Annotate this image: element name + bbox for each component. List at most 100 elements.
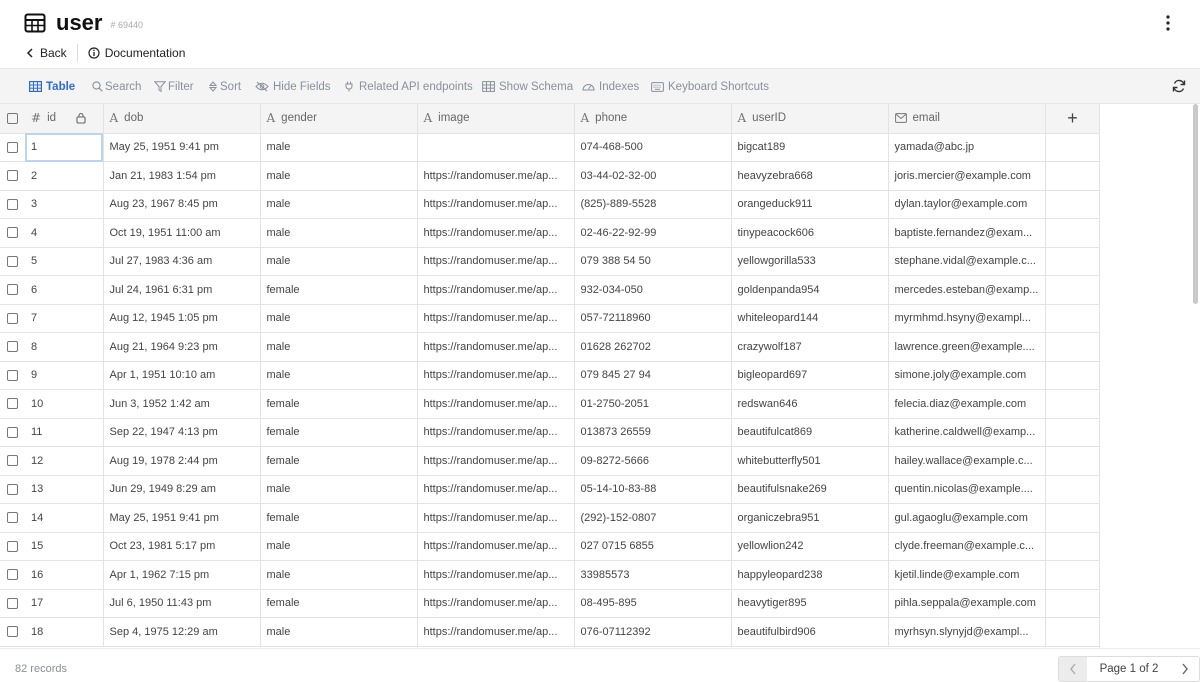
cell-id[interactable]: 13: [25, 475, 104, 504]
hide-fields-button[interactable]: Hide Fields: [255, 69, 331, 104]
column-header-id[interactable]: # id: [25, 104, 104, 134]
table-row[interactable]: 3 Aug 23, 1967 8:45 pm male https://randomu…: [0, 190, 1099, 219]
cell-gender[interactable]: female: [260, 418, 418, 447]
cell-id[interactable]: 7: [25, 304, 104, 333]
cell-email[interactable]: clyde.freeman@example.c...: [888, 532, 1046, 561]
more-options-icon[interactable]: [1160, 12, 1176, 34]
cell-gender[interactable]: male: [260, 133, 418, 162]
tab-table[interactable]: Table: [29, 69, 75, 104]
table-row[interactable]: 6 Jul 24, 1961 6:31 pm female https://rando…: [0, 275, 1099, 305]
cell-userid[interactable]: whitebutterfly501: [731, 446, 889, 476]
cell-email[interactable]: katherine.caldwell@examp...: [888, 418, 1046, 447]
row-checkbox[interactable]: [7, 198, 18, 210]
cell-phone[interactable]: 076-07112392: [574, 617, 732, 647]
cell-phone[interactable]: 074-468-500: [574, 133, 732, 162]
column-header-email[interactable]: email: [888, 104, 1046, 134]
documentation-link[interactable]: Documentation: [88, 46, 185, 60]
cell-dob[interactable]: Aug 23, 1967 8:45 pm: [103, 190, 261, 219]
cell-phone[interactable]: 079 845 27 94: [574, 361, 732, 390]
cell-gender[interactable]: male: [260, 361, 418, 390]
row-checkbox[interactable]: [7, 540, 18, 552]
cell-email[interactable]: simone.joly@example.com: [888, 361, 1046, 390]
cell-id[interactable]: 3: [25, 190, 104, 219]
table-row[interactable]: 11 Sep 22, 1947 4:13 pm female https://rand…: [0, 418, 1099, 447]
cell-phone[interactable]: 057-72118960: [574, 304, 732, 333]
table-row[interactable]: 10 Jun 3, 1952 1:42 am female https://rando…: [0, 389, 1099, 419]
table-row[interactable]: 5 Jul 27, 1983 4:36 am male https://randomu…: [0, 247, 1099, 276]
cell-image[interactable]: https://randomuser.me/ap...: [417, 332, 575, 362]
cell-gender[interactable]: male: [260, 161, 418, 191]
table-row[interactable]: 8 Aug 21, 1964 9:23 pm male https://randomu…: [0, 332, 1099, 362]
table-row[interactable]: 12 Aug 19, 1978 2:44 pm female https://rand…: [0, 446, 1099, 476]
row-checkbox[interactable]: [7, 255, 18, 267]
cell-gender[interactable]: male: [260, 332, 418, 362]
cell-id[interactable]: 12: [25, 446, 104, 476]
cell-id[interactable]: 9: [25, 361, 104, 390]
cell-image[interactable]: https://randomuser.me/ap...: [417, 617, 575, 647]
cell-dob[interactable]: May 25, 1951 9:41 pm: [103, 133, 261, 162]
column-header-image[interactable]: Aimage: [417, 104, 575, 134]
cell-email[interactable]: kjetil.linde@example.com: [888, 560, 1046, 590]
cell-email[interactable]: gul.agaoglu@example.com: [888, 503, 1046, 533]
cell-dob[interactable]: Oct 19, 1951 11:00 am: [103, 218, 261, 248]
row-checkbox[interactable]: [7, 626, 18, 638]
cell-email[interactable]: quentin.nicolas@example....: [888, 475, 1046, 504]
cell-id[interactable]: 4: [25, 218, 104, 248]
vertical-scrollbar[interactable]: [1193, 104, 1198, 304]
cell-dob[interactable]: Jul 24, 1961 6:31 pm: [103, 275, 261, 305]
cell-image[interactable]: https://randomuser.me/ap...: [417, 418, 575, 447]
cell-userid[interactable]: tinypeacock606: [731, 218, 889, 248]
cell-phone[interactable]: 013873 26559: [574, 418, 732, 447]
row-checkbox[interactable]: [7, 398, 18, 410]
cell-dob[interactable]: Sep 22, 1947 4:13 pm: [103, 418, 261, 447]
cell-gender[interactable]: female: [260, 446, 418, 476]
row-checkbox[interactable]: [7, 369, 18, 381]
related-api-button[interactable]: Related API endpoints: [344, 69, 473, 104]
row-checkbox[interactable]: [7, 170, 18, 182]
cell-gender[interactable]: female: [260, 275, 418, 305]
cell-id[interactable]: 6: [25, 275, 104, 305]
previous-page-button[interactable]: [1059, 657, 1087, 681]
cell-image[interactable]: https://randomuser.me/ap...: [417, 304, 575, 333]
column-header-gender[interactable]: Agender: [260, 104, 418, 134]
cell-gender[interactable]: male: [260, 247, 418, 276]
cell-email[interactable]: yamada@abc.jp: [888, 133, 1046, 162]
cell-email[interactable]: hailey.wallace@example.c...: [888, 446, 1046, 476]
cell-userid[interactable]: yellowgorilla533: [731, 247, 889, 276]
cell-userid[interactable]: heavyzebra668: [731, 161, 889, 191]
cell-phone[interactable]: 01-2750-2051: [574, 389, 732, 419]
row-checkbox[interactable]: [7, 341, 18, 353]
cell-email[interactable]: myrmhmd.hsyny@exampl...: [888, 304, 1046, 333]
cell-userid[interactable]: organiczebra951: [731, 503, 889, 533]
table-row[interactable]: 2 Jan 21, 1983 1:54 pm male https://randomu…: [0, 161, 1099, 191]
cell-userid[interactable]: beautifulbird906: [731, 617, 889, 647]
cell-userid[interactable]: crazywolf187: [731, 332, 889, 362]
cell-phone[interactable]: 08-495-895: [574, 589, 732, 618]
cell-email[interactable]: baptiste.fernandez@exam...: [888, 218, 1046, 248]
add-column-button[interactable]: +: [1045, 104, 1099, 134]
table-row[interactable]: 14 May 25, 1951 9:41 pm female https://rand…: [0, 503, 1099, 533]
cell-gender[interactable]: male: [260, 617, 418, 647]
column-header-phone[interactable]: Aphone: [574, 104, 732, 134]
cell-phone[interactable]: 027 0715 6855: [574, 532, 732, 561]
cell-gender[interactable]: male: [260, 475, 418, 504]
cell-phone[interactable]: 03-44-02-32-00: [574, 161, 732, 191]
cell-email[interactable]: mercedes.esteban@examp...: [888, 275, 1046, 305]
refresh-icon[interactable]: [1172, 79, 1186, 98]
cell-gender[interactable]: male: [260, 218, 418, 248]
back-button[interactable]: Back: [26, 46, 67, 60]
cell-dob[interactable]: Apr 1, 1962 7:15 pm: [103, 560, 261, 590]
table-row[interactable]: 15 Oct 23, 1981 5:17 pm male https://random…: [0, 532, 1099, 561]
indexes-button[interactable]: Indexes: [582, 69, 639, 104]
cell-gender[interactable]: female: [260, 503, 418, 533]
cell-userid[interactable]: beautifulsnake269: [731, 475, 889, 504]
cell-userid[interactable]: heavytiger895: [731, 589, 889, 618]
cell-id[interactable]: 1: [25, 133, 104, 162]
cell-userid[interactable]: whiteleopard144: [731, 304, 889, 333]
table-row[interactable]: 17 Jul 6, 1950 11:43 pm female https://rand…: [0, 589, 1099, 618]
cell-id[interactable]: 8: [25, 332, 104, 362]
table-row[interactable]: 16 Apr 1, 1962 7:15 pm male https://randomu…: [0, 560, 1099, 590]
search-button[interactable]: Search: [92, 69, 141, 104]
cell-phone[interactable]: 01628 262702: [574, 332, 732, 362]
table-row[interactable]: 4 Oct 19, 1951 11:00 am male https://random…: [0, 218, 1099, 248]
